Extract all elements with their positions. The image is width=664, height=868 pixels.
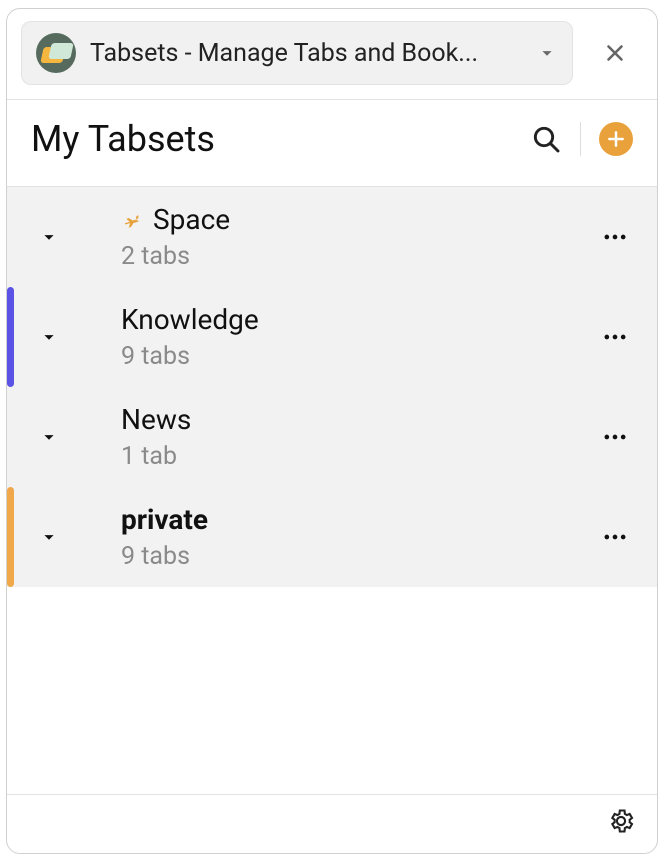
search-icon [530,123,562,155]
more-button[interactable] [595,323,635,351]
app-window: Tabsets - Manage Tabs and Book... My Tab… [6,8,658,854]
tabset-row[interactable]: News 1 tab [7,387,657,487]
settings-button[interactable] [607,807,635,835]
tabset-count: 2 tabs [121,242,595,271]
accent-bar [7,287,14,387]
plus-icon [606,129,626,149]
pin-icon [121,209,143,231]
gear-icon [607,807,635,835]
spacer [7,587,657,794]
more-horizontal-icon [601,323,629,351]
header-actions [530,122,633,156]
separator [580,122,581,156]
close-icon [602,40,628,66]
chevron-down-icon [38,226,60,248]
tab-title: Tabsets - Manage Tabs and Book... [90,39,522,68]
row-body: private 9 tabs [91,503,595,571]
more-button[interactable] [595,523,635,551]
row-title-line: private [121,503,595,536]
tabset-count: 9 tabs [121,542,595,571]
row-title-line: News [121,403,595,436]
chevron-down-icon [38,426,60,448]
extension-icon [36,33,76,73]
tabset-row[interactable]: Space 2 tabs [7,187,657,287]
tabset-name: private [121,503,208,536]
row-body: Space 2 tabs [91,203,595,271]
tabset-row[interactable]: private 9 tabs [7,487,657,587]
more-horizontal-icon [601,423,629,451]
expand-toggle[interactable] [7,426,91,448]
page-title: My Tabsets [31,118,530,160]
row-title-line: Knowledge [121,303,595,336]
tabset-name: News [121,403,191,436]
add-tabset-button[interactable] [599,122,633,156]
more-button[interactable] [595,223,635,251]
more-horizontal-icon [601,223,629,251]
page-header: My Tabsets [7,100,657,186]
tabset-name: Space [153,203,230,236]
tab-selector[interactable]: Tabsets - Manage Tabs and Book... [21,21,573,85]
tabset-count: 1 tab [121,442,595,471]
expand-toggle[interactable] [7,226,91,248]
tabset-row[interactable]: Knowledge 9 tabs [7,287,657,387]
row-body: Knowledge 9 tabs [91,303,595,371]
row-title-line: Space [121,203,595,236]
more-button[interactable] [595,423,635,451]
tabset-count: 9 tabs [121,342,595,371]
chevron-down-icon [536,42,558,64]
tabset-list: Space 2 tabs Knowledge 9 tabs News 1 tab priva… [7,187,657,587]
expand-toggle[interactable] [7,526,91,548]
tabset-name: Knowledge [121,303,259,336]
close-button[interactable] [587,25,643,81]
search-button[interactable] [530,123,562,155]
chevron-down-icon [38,326,60,348]
chevron-down-icon [38,526,60,548]
more-horizontal-icon [601,523,629,551]
footer [7,794,657,853]
window-topbar: Tabsets - Manage Tabs and Book... [7,9,657,99]
accent-bar [7,487,14,587]
expand-toggle[interactable] [7,326,91,348]
row-body: News 1 tab [91,403,595,471]
